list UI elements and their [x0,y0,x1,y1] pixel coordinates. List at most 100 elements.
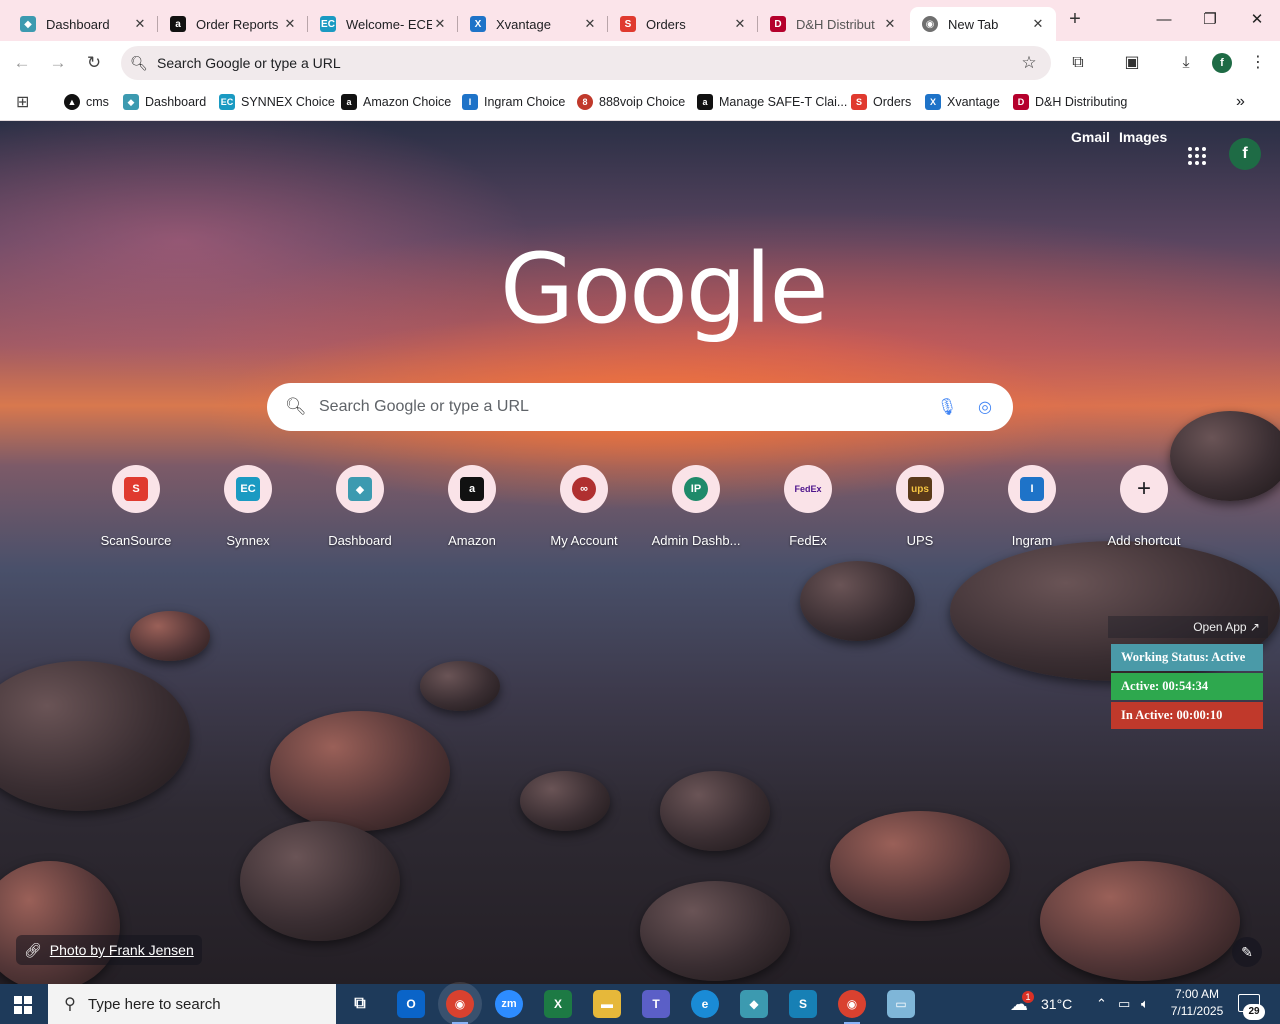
tab-strip: ◆ Dashboard ✕ a Order Reports ✕ EC Welco… [0,0,1280,41]
apps-icon[interactable]: ⊞ [16,92,29,112]
address-bar[interactable]: 🔍︎ Search Google or type a URL ☆ [121,46,1051,80]
bookmark-manage-safe-t[interactable]: a Manage SAFE-T Clai... [697,92,847,112]
scansource-app-icon[interactable]: S [789,990,817,1018]
background-rock [240,821,400,941]
notepad-icon[interactable]: ▭ [887,990,915,1018]
shortcut-dashboard[interactable]: ◆ Dashboard [304,465,416,549]
bookmark-dashboard[interactable]: ◆ Dashboard [123,92,206,112]
ups-icon: ups [908,477,932,501]
bookmark-888voip-choice[interactable]: 8 888voip Choice [577,92,685,112]
shortcut-my-account[interactable]: ∞ My Account [528,465,640,549]
shortcut-ups[interactable]: ups UPS [864,465,976,549]
bookmark-dh-distributing[interactable]: D D&H Distributing [1013,92,1127,112]
windows-start-icon[interactable] [14,996,32,1014]
back-icon[interactable]: ← [10,51,34,75]
excel-icon[interactable]: X [544,990,572,1018]
bookmark-cms[interactable]: ▲ cms [64,92,109,112]
zoom-icon[interactable]: zm [495,990,523,1018]
close-icon[interactable]: ✕ [282,16,298,32]
shortcut-fedex[interactable]: FedEx FedEx [752,465,864,549]
weather-icon[interactable]: ☁ [1010,984,1028,1024]
task-view-icon[interactable]: ⧉ [346,990,374,1018]
chevron-up-icon[interactable]: ⌃ [1096,984,1107,1024]
new-tab-page: Gmail Images f Google 🔍︎ Search Google o… [0,121,1280,984]
taskbar-clock[interactable]: 7:00 AM 7/11/2025 [1164,986,1230,1020]
scansource-icon: S [124,477,148,501]
xvantage-favicon: X [470,16,486,32]
reload-icon[interactable]: ↻ [82,51,106,75]
gmail-link[interactable]: Gmail [1071,121,1110,153]
profile-avatar[interactable]: f [1212,53,1232,73]
volume-icon[interactable]: 🔈︎ [1141,984,1149,1024]
tab-orders[interactable]: S Orders ✕ [608,7,758,41]
customize-pencil-icon[interactable]: ✎ [1232,937,1262,967]
weather-temperature[interactable]: 31°C [1041,984,1072,1024]
minimize-icon[interactable]: — [1152,8,1176,32]
close-icon[interactable]: ✕ [132,16,148,32]
dashboard-app-icon[interactable]: ◆ [740,990,768,1018]
tab-dashboard[interactable]: ◆ Dashboard ✕ [8,7,158,41]
shortcut-label: Ingram [1011,533,1053,548]
tab-search-icon[interactable]: ▣ [1120,51,1144,75]
close-icon[interactable]: ✕ [1030,16,1046,32]
google-apps-icon[interactable] [1188,145,1208,165]
teams-icon[interactable]: T [642,990,670,1018]
amazon-icon: a [460,477,484,501]
close-icon[interactable]: ✕ [732,16,748,32]
bookmark-orders[interactable]: S Orders [851,92,911,112]
restore-icon[interactable]: ❐ [1198,8,1222,32]
microphone-icon[interactable]: 🎙︎ [935,397,959,417]
add-shortcut-button[interactable]: + Add shortcut [1088,465,1200,549]
chrome-icon[interactable]: ◉ [446,990,474,1024]
bookmark-amazon-choice[interactable]: a Amazon Choice [341,92,451,112]
images-link[interactable]: Images [1119,121,1167,153]
edge-icon[interactable]: e [691,990,719,1018]
window-close-icon[interactable]: ✕ [1245,8,1269,32]
shortcut-circle: EC [224,465,272,513]
outlook-icon[interactable]: O [397,990,425,1018]
dashboard-favicon: ◆ [123,94,139,110]
extensions-icon[interactable]: ⧉ [1066,51,1090,75]
bookmark-synnex-choice[interactable]: EC SYNNEX Choice [219,92,335,112]
google-lens-icon[interactable]: ◎ [973,397,997,417]
google-account-avatar[interactable]: f [1229,138,1261,170]
amazon-favicon: a [341,94,357,110]
photo-credit-link[interactable]: 🔗︎ Photo by Frank Jensen [16,935,202,965]
download-icon[interactable]: ⤓ [1174,51,1198,75]
tab-new-tab[interactable]: ◉ New Tab ✕ [910,7,1056,41]
google-search-box[interactable]: 🔍︎ Search Google or type a URL 🎙︎ ◎ [267,383,1013,431]
bookmark-xvantage[interactable]: X Xvantage [925,92,1000,112]
shortcut-circle: + [1120,465,1168,513]
tab-title: Order Reports [196,16,279,32]
bookmark-label: Xvantage [947,95,1000,109]
address-bar-placeholder: Search Google or type a URL [157,55,341,71]
shortcut-admin-dashboard[interactable]: IP Admin Dashb... [640,465,752,549]
open-app-link[interactable]: Open App ↗ [1108,616,1268,638]
tab-title: Dashboard [46,16,110,32]
new-tab-button[interactable]: + [1064,9,1086,31]
shortcut-amazon[interactable]: a Amazon [416,465,528,549]
shortcut-scansource[interactable]: S ScanSource [80,465,192,549]
tab-title: Welcome- ECE [346,16,432,32]
clock-time: 7:00 AM [1174,987,1220,1001]
close-icon[interactable]: ✕ [882,16,898,32]
chrome-profile-icon[interactable]: ◉ [838,990,866,1024]
tab-welcome-ece[interactable]: EC Welcome- ECE ✕ [308,7,458,41]
bookmark-ingram-choice[interactable]: I Ingram Choice [462,92,565,112]
dh-favicon: D [770,16,786,32]
forward-icon[interactable]: → [46,51,70,75]
tab-xvantage[interactable]: X Xvantage ✕ [458,7,608,41]
shortcut-synnex[interactable]: EC Synnex [192,465,304,549]
bookmark-star-icon[interactable]: ☆ [1017,53,1041,73]
menu-kebab-icon[interactable]: ⋮ [1246,51,1270,75]
file-explorer-icon[interactable]: ▬ [593,990,621,1018]
close-icon[interactable]: ✕ [432,16,448,32]
shortcut-ingram[interactable]: I Ingram [976,465,1088,549]
taskbar-search-box[interactable]: ⚲ Type here to search [48,984,336,1024]
network-icon[interactable]: ▭ [1118,984,1130,1024]
close-icon[interactable]: ✕ [582,16,598,32]
tab-dh-distributing[interactable]: D D&H Distribut ✕ [758,7,908,41]
tab-order-reports[interactable]: a Order Reports ✕ [158,7,308,41]
more-bookmarks-icon[interactable]: » [1236,92,1245,112]
windows-taskbar: ⚲ Type here to search ⧉ O ◉ zm X ▬ T e ◆… [0,984,1280,1024]
